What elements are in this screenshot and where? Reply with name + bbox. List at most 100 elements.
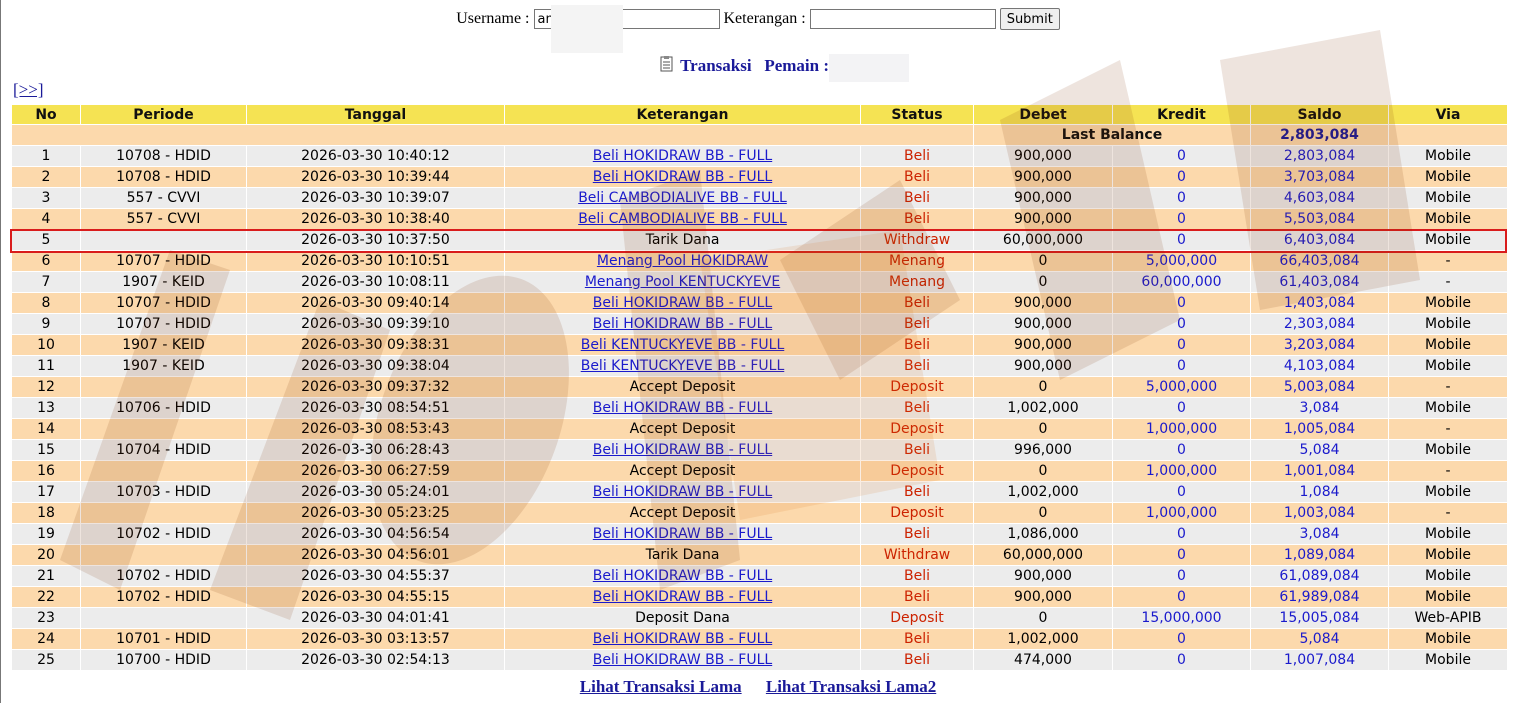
cell-via: Mobile: [1389, 167, 1507, 187]
cell-tanggal: 2026-03-30 10:10:51: [247, 251, 504, 271]
cell-status: Beli: [861, 146, 973, 166]
cell-periode: [81, 608, 246, 628]
cell-via: Mobile: [1389, 524, 1507, 544]
cell-periode: [81, 230, 246, 250]
cell-periode: 10701 - HDID: [81, 629, 246, 649]
cell-periode: 10707 - HDID: [81, 314, 246, 334]
keterangan-link[interactable]: Beli HOKIDRAW BB - FULL: [593, 295, 772, 311]
header-tanggal: Tanggal: [247, 105, 504, 124]
cell-status: Beli: [861, 566, 973, 586]
cell-status: Beli: [861, 629, 973, 649]
table-row: 20 2026-03-30 04:56:01 Tarik Dana Withdraw 6…: [12, 545, 1507, 565]
cell-periode: [81, 377, 246, 397]
keterangan-link[interactable]: Beli KENTUCKYEVE BB - FULL: [581, 358, 785, 374]
keterangan-link[interactable]: Beli HOKIDRAW BB - FULL: [593, 169, 772, 185]
cell-status: Beli: [861, 440, 973, 460]
table-row: 19 10702 - HDID 2026-03-30 04:56:54 Beli HO…: [12, 524, 1507, 544]
header-status: Status: [861, 105, 973, 124]
cell-saldo: 1,005,084: [1251, 419, 1388, 439]
cell-keterangan: Menang Pool HOKIDRAW: [505, 251, 860, 271]
keterangan-link[interactable]: Beli HOKIDRAW BB - FULL: [593, 568, 772, 584]
cell-no: 24: [12, 629, 80, 649]
cell-periode: 10708 - HDID: [81, 167, 246, 187]
cell-no: 16: [12, 461, 80, 481]
cell-tanggal: 2026-03-30 06:28:43: [247, 440, 504, 460]
cell-keterangan: Deposit Dana: [505, 608, 860, 628]
cell-saldo: 5,084: [1251, 629, 1388, 649]
title-transaksi: Transaksi: [680, 56, 752, 75]
cell-keterangan: Beli KENTUCKYEVE BB - FULL: [505, 335, 860, 355]
table-row: 7 1907 - KEID 2026-03-30 10:08:11 Menang Po…: [12, 272, 1507, 292]
cell-status: Beli: [861, 293, 973, 313]
keterangan-link[interactable]: Beli HOKIDRAW BB - FULL: [593, 316, 772, 332]
submit-button[interactable]: Submit: [999, 8, 1060, 30]
keterangan-link[interactable]: Beli HOKIDRAW BB - FULL: [593, 589, 772, 605]
cell-no: 8: [12, 293, 80, 313]
cell-via: -: [1389, 377, 1507, 397]
cell-via: Mobile: [1389, 314, 1507, 334]
cell-kredit: 1,000,000: [1113, 503, 1250, 523]
cell-status: Beli: [861, 167, 973, 187]
keterangan-link[interactable]: Beli CAMBODIALIVE BB - FULL: [578, 190, 787, 206]
cell-keterangan: Tarik Dana: [505, 545, 860, 565]
keterangan-link[interactable]: Beli HOKIDRAW BB - FULL: [593, 652, 772, 668]
cell-tanggal: 2026-03-30 04:01:41: [247, 608, 504, 628]
cell-status: Withdraw: [861, 230, 973, 250]
cell-no: 15: [12, 440, 80, 460]
cell-saldo: 15,005,084: [1251, 608, 1388, 628]
table-row: 16 2026-03-30 06:27:59 Accept Deposit Depos…: [12, 461, 1507, 481]
cell-periode: 10707 - HDID: [81, 251, 246, 271]
last-balance-via: [1389, 125, 1507, 145]
cell-debet: 900,000: [974, 146, 1112, 166]
keterangan-link[interactable]: Beli HOKIDRAW BB - FULL: [593, 442, 772, 458]
cell-kredit: 0: [1113, 356, 1250, 376]
table-row: 6 10707 - HDID 2026-03-30 10:10:51 Menang P…: [12, 251, 1507, 271]
cell-debet: 900,000: [974, 209, 1112, 229]
cell-kredit: 0: [1113, 482, 1250, 502]
cell-debet: 1,002,000: [974, 482, 1112, 502]
keterangan-link[interactable]: Menang Pool HOKIDRAW: [597, 253, 768, 269]
cell-saldo: 3,084: [1251, 524, 1388, 544]
cell-keterangan: Beli HOKIDRAW BB - FULL: [505, 629, 860, 649]
keterangan-link[interactable]: Beli HOKIDRAW BB - FULL: [593, 148, 772, 164]
old-transactions-link[interactable]: Lihat Transaksi Lama: [580, 677, 742, 696]
cell-debet: 996,000: [974, 440, 1112, 460]
cell-kredit: 0: [1113, 440, 1250, 460]
keterangan-link[interactable]: Beli HOKIDRAW BB - FULL: [593, 484, 772, 500]
cell-periode: 10702 - HDID: [81, 587, 246, 607]
cell-no: 25: [12, 650, 80, 670]
table-row: 21 10702 - HDID 2026-03-30 04:55:37 Beli HO…: [12, 566, 1507, 586]
cell-periode: 557 - CVVI: [81, 188, 246, 208]
cell-periode: 10704 - HDID: [81, 440, 246, 460]
cell-saldo: 1,001,084: [1251, 461, 1388, 481]
keterangan-link[interactable]: Beli CAMBODIALIVE BB - FULL: [578, 211, 787, 227]
keterangan-input[interactable]: [809, 9, 996, 29]
keterangan-link[interactable]: Beli HOKIDRAW BB - FULL: [593, 631, 772, 647]
cell-kredit: 0: [1113, 167, 1250, 187]
cell-no: 17: [12, 482, 80, 502]
cell-periode: 10708 - HDID: [81, 146, 246, 166]
old-transactions-2-link[interactable]: Lihat Transaksi Lama2: [766, 677, 936, 696]
keterangan-link[interactable]: Beli HOKIDRAW BB - FULL: [593, 526, 772, 542]
header-via: Via: [1389, 105, 1507, 124]
cell-keterangan: Beli CAMBODIALIVE BB - FULL: [505, 188, 860, 208]
cell-keterangan: Beli HOKIDRAW BB - FULL: [505, 440, 860, 460]
cell-status: Menang: [861, 272, 973, 292]
cell-status: Deposit: [861, 419, 973, 439]
cell-debet: 1,002,000: [974, 398, 1112, 418]
cell-status: Deposit: [861, 461, 973, 481]
cell-kredit: 0: [1113, 146, 1250, 166]
cell-saldo: 61,989,084: [1251, 587, 1388, 607]
cell-tanggal: 2026-03-30 10:37:50: [247, 230, 504, 250]
cell-status: Beli: [861, 356, 973, 376]
keterangan-link[interactable]: Beli HOKIDRAW BB - FULL: [593, 400, 772, 416]
keterangan-link[interactable]: Menang Pool KENTUCKYEVE: [585, 274, 780, 290]
cell-no: 23: [12, 608, 80, 628]
cell-status: Beli: [861, 335, 973, 355]
cell-keterangan: Tarik Dana: [505, 230, 860, 250]
cell-debet: 1,002,000: [974, 629, 1112, 649]
more-link[interactable]: [>>]: [13, 80, 44, 100]
table-row: 12 2026-03-30 09:37:32 Accept Deposit Depos…: [12, 377, 1507, 397]
cell-no: 22: [12, 587, 80, 607]
keterangan-link[interactable]: Beli KENTUCKYEVE BB - FULL: [581, 337, 785, 353]
